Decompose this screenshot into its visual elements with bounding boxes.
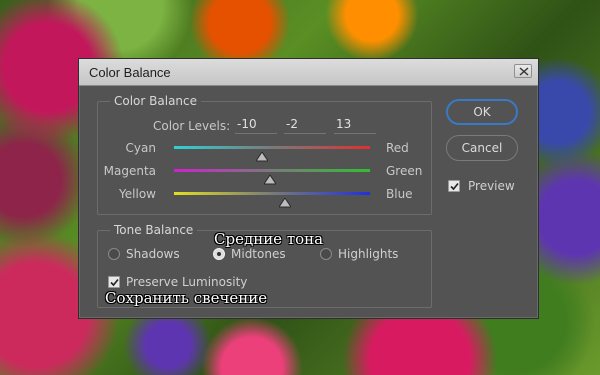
- magenta-green-track[interactable]: [174, 169, 370, 172]
- highlights-radio[interactable]: [320, 248, 332, 260]
- yellow-blue-track[interactable]: [174, 192, 370, 195]
- color-balance-group-label: Color Balance: [110, 94, 202, 108]
- midtones-radio[interactable]: [213, 248, 225, 260]
- shadows-label[interactable]: Shadows: [126, 247, 180, 261]
- tone-balance-group-label: Tone Balance: [110, 223, 198, 237]
- check-icon: [450, 182, 459, 191]
- magenta-label: Magenta: [103, 164, 156, 178]
- highlights-label[interactable]: Highlights: [338, 247, 398, 261]
- preserve-luminosity-label[interactable]: Preserve Luminosity: [126, 275, 247, 289]
- close-icon: [519, 67, 529, 76]
- preview-checkbox[interactable]: [448, 180, 460, 192]
- color-level-magenta-green-field[interactable]: -2: [284, 117, 326, 134]
- yellow-blue-thumb-icon[interactable]: [278, 198, 291, 208]
- color-level-cyan-red-field[interactable]: -10: [235, 117, 277, 134]
- midtones-caption-ru: Средние тона: [214, 230, 324, 248]
- blue-label: Blue: [386, 187, 413, 201]
- title-bar: Color Balance: [79, 59, 538, 86]
- yellow-blue-slider[interactable]: Yellow Blue: [98, 184, 431, 208]
- magenta-green-slider[interactable]: Magenta Green: [98, 161, 431, 185]
- cyan-label: Cyan: [125, 141, 156, 155]
- dialog-title: Color Balance: [89, 65, 171, 80]
- cyan-red-slider[interactable]: Cyan Red: [98, 138, 431, 162]
- cyan-red-track[interactable]: [174, 146, 370, 149]
- shadows-radio[interactable]: [108, 248, 120, 260]
- check-icon: [110, 278, 119, 287]
- preserve-caption-ru: Сохранить свечение: [105, 289, 268, 307]
- preview-label[interactable]: Preview: [468, 179, 515, 193]
- preserve-luminosity-checkbox[interactable]: [108, 276, 120, 288]
- close-button[interactable]: [514, 64, 532, 78]
- color-balance-dialog: Color Balance Color Balance Color Levels…: [78, 58, 539, 319]
- color-level-yellow-blue-field[interactable]: 13: [334, 117, 376, 134]
- red-label: Red: [386, 141, 409, 155]
- yellow-label: Yellow: [119, 187, 156, 201]
- midtones-label[interactable]: Midtones: [231, 247, 286, 261]
- cancel-button[interactable]: Cancel: [446, 135, 518, 161]
- color-balance-group: Color Balance Color Levels: -10 -2 13 Cy…: [97, 94, 432, 215]
- color-levels-label: Color Levels:: [153, 119, 231, 133]
- ok-button[interactable]: OK: [446, 99, 518, 125]
- green-label: Green: [386, 164, 423, 178]
